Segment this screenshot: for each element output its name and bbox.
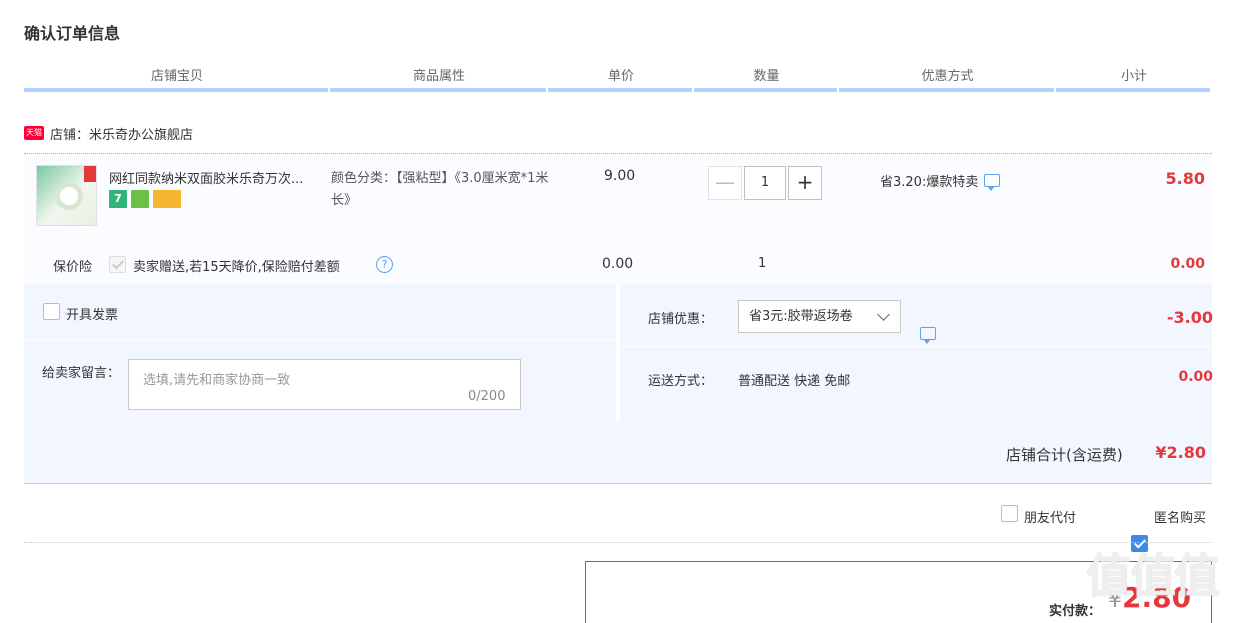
shop-discount-select[interactable]: 省3元:胶带返场卷 xyxy=(738,300,901,333)
credit-card-icon[interactable] xyxy=(153,190,181,208)
tag-icon xyxy=(84,166,96,182)
comment-icon[interactable] xyxy=(920,327,936,344)
chevron-down-icon xyxy=(877,308,890,321)
header-unit-price: 单价 xyxy=(548,66,694,92)
insurance-price: 0.00 xyxy=(602,256,634,272)
anonymous-label[interactable]: 匿名购买 xyxy=(1154,507,1206,526)
shop-row: 天猫 店铺：米乐奇办公旗舰店 xyxy=(24,122,193,144)
quantity-decrease-button[interactable]: — xyxy=(708,166,742,200)
help-icon[interactable]: ? xyxy=(376,256,393,273)
header-quantity: 数量 xyxy=(694,66,839,92)
shop-name[interactable]: 店铺：米乐奇办公旗舰店 xyxy=(50,124,193,143)
insurance-subtotal: 0.00 xyxy=(1170,256,1205,272)
quantity-input[interactable]: 1 xyxy=(744,166,786,200)
divider xyxy=(24,340,616,341)
product-name[interactable]: 网红同款纳米双面胶米乐奇万次... xyxy=(109,168,303,187)
page-title: 确认订单信息 xyxy=(24,24,121,43)
product-attribute: 颜色分类：【强粘型】《3.0厘米宽*1米长》 xyxy=(331,171,549,208)
friend-pay-checkbox[interactable] xyxy=(1001,505,1018,522)
quantity-stepper: — 1 + xyxy=(708,166,822,200)
shipping-price: 0.00 xyxy=(1178,369,1213,385)
shop-discount-value: -3.00 xyxy=(1166,308,1213,327)
quantity-increase-button[interactable]: + xyxy=(788,166,822,200)
insurance-text: 卖家赠送,若15天降价,保险赔付差额 xyxy=(133,260,340,275)
header-subtotal: 小计 xyxy=(1056,66,1212,92)
shipping-label: 运送方式： xyxy=(648,374,714,389)
divider xyxy=(24,542,1212,543)
insurance-checkbox xyxy=(109,256,126,273)
shop-guarantee-icon[interactable] xyxy=(131,190,149,208)
shop-discount-selected: 省3元:胶带返场卷 xyxy=(749,309,853,324)
tape-roll-icon xyxy=(55,182,83,210)
item-subtotal: 5.80 xyxy=(1165,169,1205,188)
order-discount-panel xyxy=(620,284,1212,421)
product-thumbnail[interactable] xyxy=(36,165,97,226)
header-attribute: 商品属性 xyxy=(330,66,548,92)
comment-icon[interactable] xyxy=(984,174,1001,191)
promotion: 省3.20:爆款特卖 xyxy=(880,171,1001,191)
divider xyxy=(620,346,1212,347)
shop-total-value: ¥2.80 xyxy=(1155,443,1206,462)
invoice-label[interactable]: 开具发票 xyxy=(66,304,118,323)
unit-price: 9.00 xyxy=(604,168,636,184)
header-discount: 优惠方式 xyxy=(839,66,1056,92)
shop-total-label: 店铺合计(含运费) xyxy=(1006,446,1123,464)
tmall-icon: 天猫 xyxy=(24,126,44,140)
insurance-quantity: 1 xyxy=(758,256,767,271)
friend-pay-label[interactable]: 朋友代付 xyxy=(1024,507,1076,526)
memo-char-count: 0/200 xyxy=(468,389,506,404)
shop-discount-label: 店铺优惠： xyxy=(648,312,714,327)
header-shop-item: 店铺宝贝 xyxy=(24,66,330,92)
memo-placeholder: 选填,请先和商家协商一致 xyxy=(143,373,291,388)
memo-label: 给卖家留言： xyxy=(42,366,121,381)
shipping-method: 普通配送 快递 免邮 xyxy=(738,374,851,389)
invoice-checkbox[interactable] xyxy=(43,303,60,320)
promotion-text: 省3.20:爆款特卖 xyxy=(880,175,979,190)
table-header: 店铺宝贝 商品属性 单价 数量 优惠方式 小计 xyxy=(24,66,1212,92)
seven-day-return-icon[interactable]: 7 xyxy=(109,190,127,208)
watermark: 值值值 xyxy=(1086,549,1220,603)
insurance-label: 保价险 xyxy=(53,260,93,275)
service-badges: 7 xyxy=(109,190,181,208)
